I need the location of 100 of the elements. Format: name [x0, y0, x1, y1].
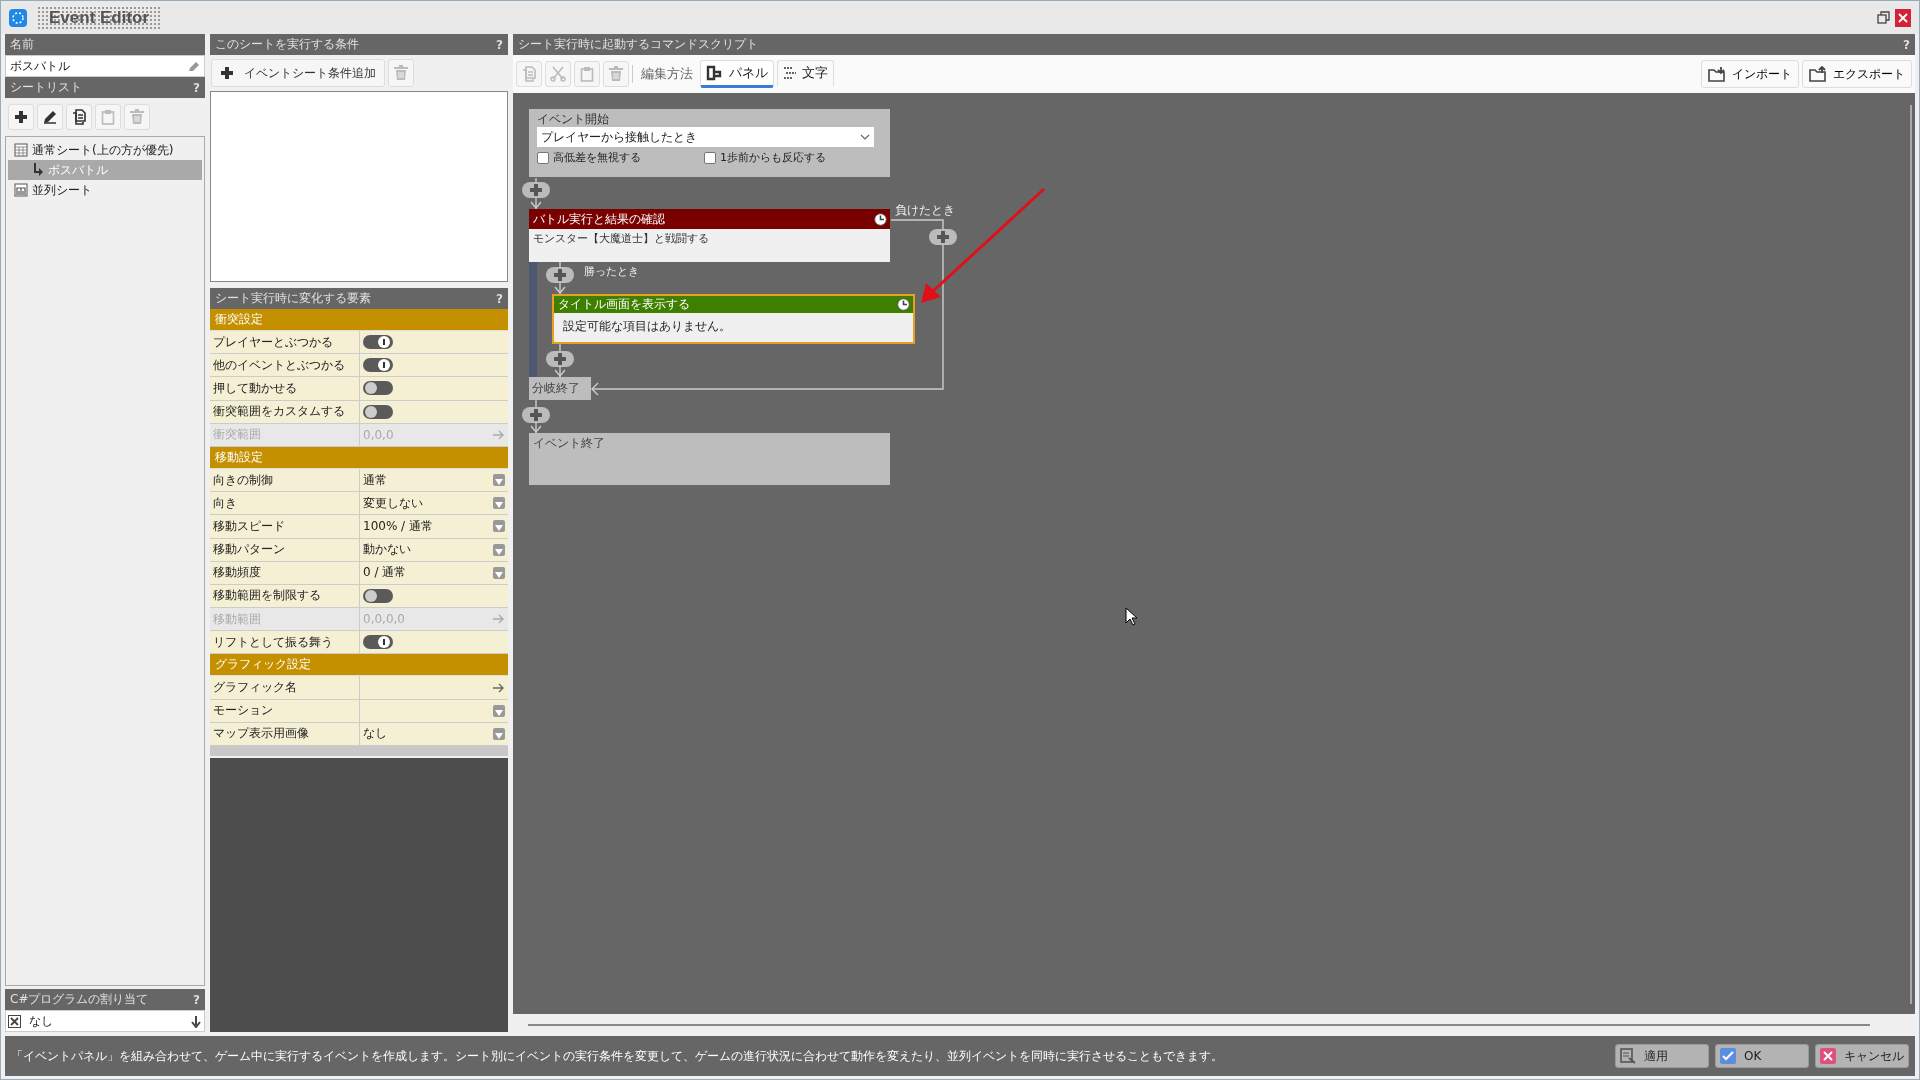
checkbox[interactable]	[704, 151, 716, 164]
property-dropdown[interactable]: なし	[360, 722, 508, 745]
clear-icon	[8, 1014, 21, 1028]
dropdown-icon	[494, 708, 504, 717]
restore-icon[interactable]	[1877, 10, 1891, 25]
export-button[interactable]: エクスポート	[1802, 60, 1912, 88]
branch-end-panel: 分岐終了	[529, 377, 591, 400]
dropdown-icon	[494, 731, 504, 740]
help-message: 「イベントパネル」を組み合わせて、ゲーム中に実行するイベントを作成します。シート別にイベントの実行条件を変更して、ゲームの進行状況に合わせて動作を変えたり、並列イベントを同時に実行させることもできます。	[11, 1048, 1224, 1064]
chevron-down-icon	[860, 134, 870, 140]
toggle-switch[interactable]	[363, 588, 393, 603]
close-icon[interactable]	[1895, 8, 1911, 27]
toggle-switch[interactable]	[363, 635, 393, 650]
property-label: グラフィック名	[210, 676, 360, 699]
add-command-button[interactable]	[929, 229, 957, 245]
clock-icon	[897, 298, 910, 311]
property-label: 向きの制御	[210, 468, 360, 492]
scissors-icon	[550, 66, 566, 82]
window-title: Event Editor	[37, 5, 162, 30]
checkbox[interactable]	[537, 151, 549, 164]
flow-connector	[530, 177, 542, 210]
property-dropdown[interactable]: 通常	[360, 468, 508, 492]
help-mark[interactable]: ?	[1903, 37, 1910, 52]
mode-tab[interactable]: パネル	[700, 60, 774, 88]
property-dropdown[interactable]: 動かない	[360, 538, 508, 561]
help-mark[interactable]: ?	[496, 37, 503, 52]
dialog-button[interactable]: OK	[1715, 1044, 1809, 1068]
copy-icon	[71, 109, 87, 125]
add-condition-button[interactable]: イベントシート条件追加	[211, 59, 385, 87]
header-title: このシートを実行する条件	[215, 36, 359, 53]
plus-icon	[529, 408, 543, 422]
table-icon	[14, 143, 28, 157]
cursor-icon	[1125, 607, 1138, 626]
section-header: グラフィック設定	[210, 654, 508, 677]
help-mark[interactable]: ?	[496, 291, 503, 306]
scrollbar[interactable]	[1910, 105, 1912, 1004]
property-dropdown[interactable]: 0 / 通常	[360, 561, 508, 584]
clipboard-icon	[579, 66, 595, 82]
edit-button[interactable]	[37, 104, 63, 130]
command-description: モンスター【大魔道士】と戦闘する	[532, 231, 710, 247]
mode-tab[interactable]: 文字	[777, 60, 834, 88]
property-label: 移動範囲	[210, 608, 360, 631]
property-dropdown[interactable]: 変更しない	[360, 492, 508, 515]
trigger-dropdown[interactable]: プレイヤーから接触したとき	[537, 127, 874, 147]
event-end-panel: イベント終了	[529, 433, 890, 485]
clock-icon	[874, 212, 887, 226]
import-button[interactable]: インポート	[1701, 60, 1799, 88]
add-command-button[interactable]	[546, 351, 574, 367]
plus-icon	[529, 183, 543, 197]
plus-icon	[220, 66, 234, 80]
add-command-button[interactable]	[522, 182, 550, 198]
scrollbar[interactable]	[528, 1024, 1870, 1026]
flow-connector	[530, 399, 542, 434]
property-label: マップ表示用画像	[210, 722, 360, 745]
folder-import-icon	[1708, 66, 1726, 82]
panel-title: イベント開始	[537, 111, 609, 127]
plus-icon	[553, 352, 567, 366]
return-arrow-icon	[32, 163, 44, 177]
help-mark[interactable]: ?	[193, 992, 200, 1007]
add-command-button[interactable]	[522, 407, 550, 423]
trash-icon	[393, 65, 409, 81]
header-title: 名前	[10, 36, 34, 53]
add-button[interactable]	[8, 104, 34, 130]
trash-icon	[608, 66, 624, 82]
branch-label: 勝ったとき	[584, 264, 639, 279]
tree-item[interactable]: 並列シート	[8, 180, 202, 200]
command-title: バトル実行と結果の確認	[533, 210, 665, 228]
tree-item[interactable]: 通常シート(上の方が優先)	[8, 140, 202, 160]
checkbox-label: 1歩前からも反応する	[720, 150, 826, 165]
trash-icon	[129, 109, 145, 125]
dropdown-icon	[494, 501, 504, 510]
plus-icon	[14, 110, 28, 124]
dropdown-icon	[494, 547, 504, 556]
section-header: 移動設定	[210, 446, 508, 469]
dialog-button[interactable]: キャンセル	[1815, 1044, 1909, 1068]
copy-button[interactable]	[66, 104, 92, 130]
command-description: 設定可能な項目はありません。	[562, 318, 732, 335]
toggle-switch[interactable]	[363, 381, 393, 396]
dialog-button[interactable]: 適用	[1615, 1044, 1709, 1068]
help-mark[interactable]: ?	[193, 80, 200, 95]
app-logo-icon	[9, 8, 27, 27]
property-label: 移動頻度	[210, 561, 360, 584]
property-label: 移動スピード	[210, 515, 360, 538]
dropdown-icon	[494, 524, 504, 533]
folder-export-icon	[1809, 66, 1827, 82]
right-arrow-icon	[493, 682, 505, 693]
toggle-switch[interactable]	[363, 335, 393, 350]
program-field[interactable]: なし	[5, 1010, 205, 1032]
branch-label: 負けたとき	[895, 202, 955, 219]
toggle-switch[interactable]	[363, 358, 393, 373]
name-field[interactable]: ボスバトル	[5, 55, 205, 77]
property-label: 押して動かせる	[210, 377, 360, 400]
down-arrow-icon	[190, 1014, 202, 1028]
command-panel[interactable]: タイトル画面を表示する 設定可能な項目はありません。	[552, 294, 915, 344]
toggle-switch[interactable]	[363, 404, 393, 419]
add-command-button[interactable]	[546, 267, 574, 283]
property-label: 向き	[210, 492, 360, 515]
property-dropdown[interactable]: 100% / 通常	[360, 515, 508, 538]
pencil-icon	[188, 60, 200, 72]
panel-icon	[706, 65, 724, 81]
